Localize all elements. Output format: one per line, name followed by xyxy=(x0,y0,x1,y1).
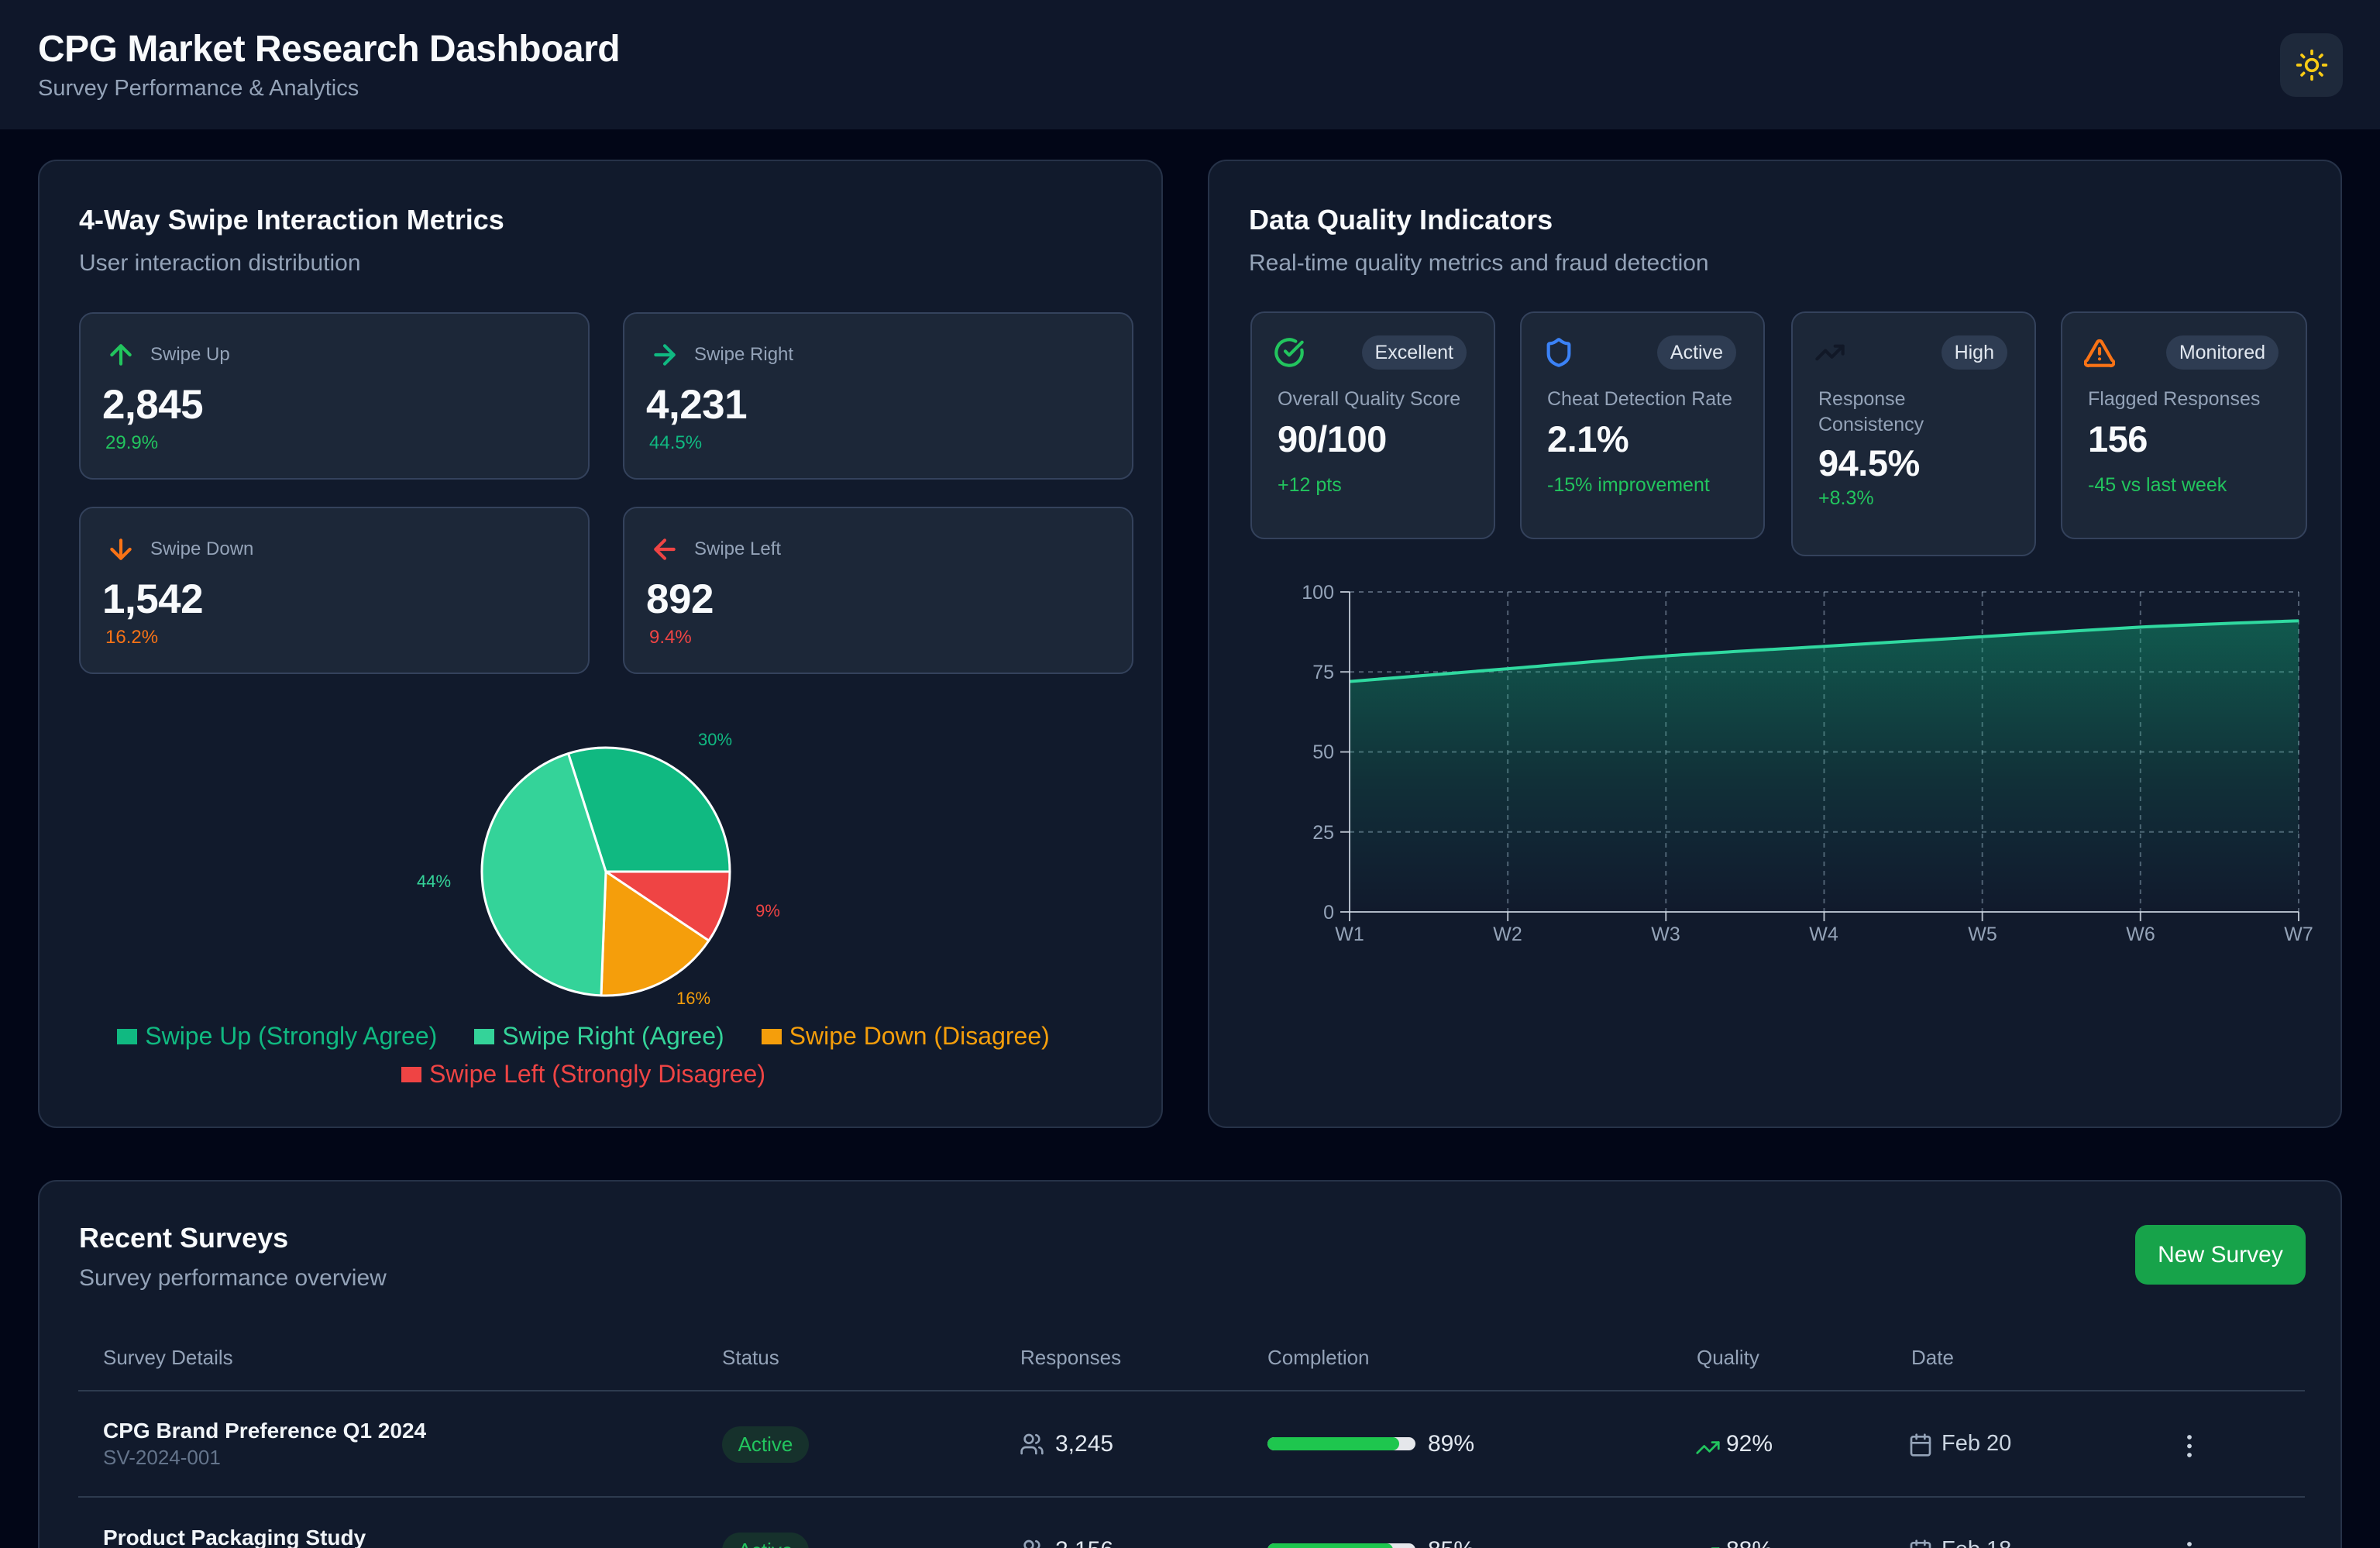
svg-text:16%: 16% xyxy=(676,989,710,1008)
svg-text:W7: W7 xyxy=(2284,924,2313,945)
svg-text:W6: W6 xyxy=(2126,924,2155,945)
svg-text:W3: W3 xyxy=(1651,924,1680,945)
svg-text:0: 0 xyxy=(1323,902,1334,924)
svg-text:30%: 30% xyxy=(698,730,732,749)
svg-text:W4: W4 xyxy=(1809,924,1838,945)
svg-text:W1: W1 xyxy=(1335,924,1364,945)
svg-text:44%: 44% xyxy=(417,872,451,891)
svg-text:75: 75 xyxy=(1312,662,1334,683)
svg-text:100: 100 xyxy=(1302,582,1334,604)
svg-text:W2: W2 xyxy=(1493,924,1522,945)
svg-text:9%: 9% xyxy=(755,901,780,920)
svg-text:50: 50 xyxy=(1312,741,1334,763)
svg-text:W5: W5 xyxy=(1968,924,1997,945)
svg-text:25: 25 xyxy=(1312,822,1334,844)
